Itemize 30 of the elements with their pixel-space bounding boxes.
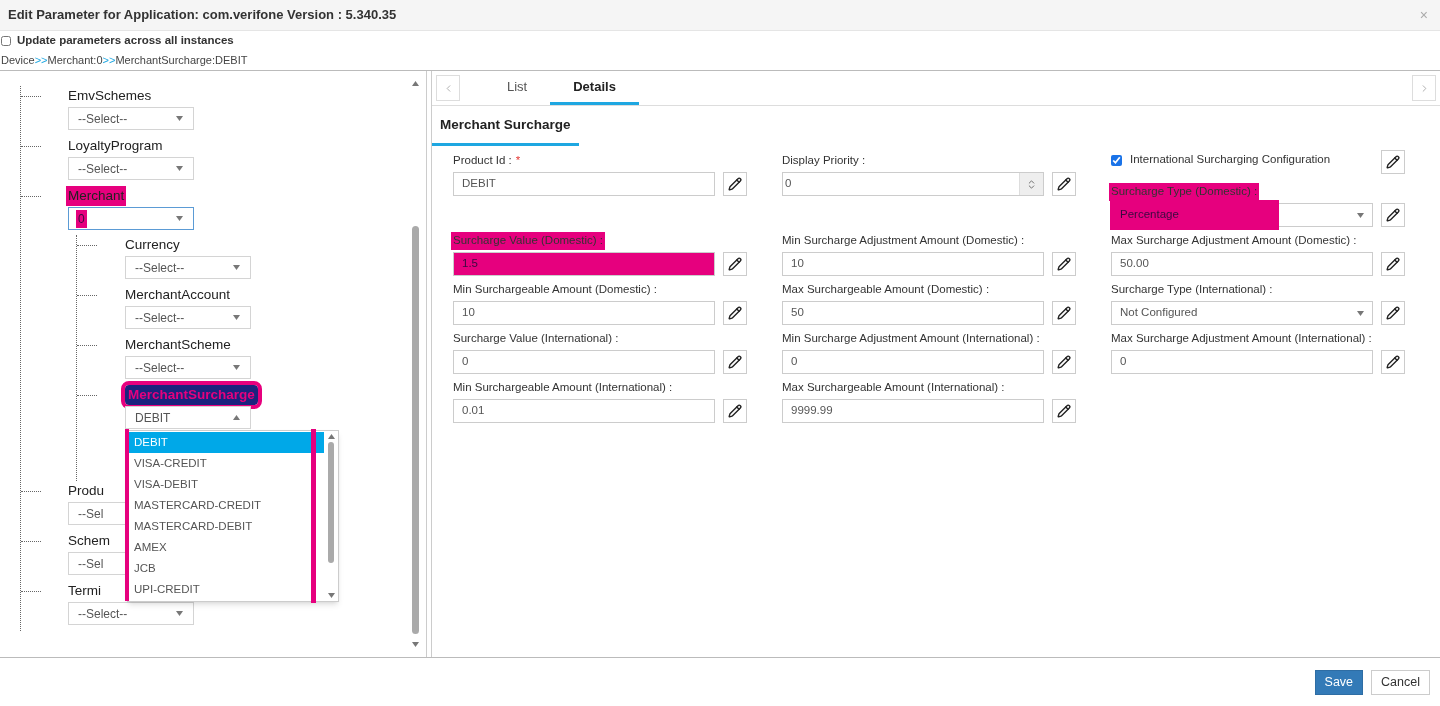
section-title: Merchant Surcharge (432, 114, 579, 146)
field-label: Min Surcharge Adjustment Amount (Domestic) : (782, 233, 1025, 249)
field-label: Max Surchargeable Amount (International) : (782, 380, 1005, 396)
select-value: --Select-- (78, 605, 128, 623)
field-label: Surcharge Type (International) : (1111, 282, 1273, 298)
breadcrumb-separator: >> (34, 52, 48, 68)
checkbox-label: International Surcharging Configuration (1130, 152, 1331, 168)
dialog-title: Edit Parameter for Application: com.verifone Version : 5.340.35 (8, 6, 397, 25)
field-label: Min Surchargeable Amount (International) : (453, 380, 673, 396)
field-label: Max Surcharge Adjustment Amount (International) : (1111, 331, 1372, 347)
select-value: --Select-- (135, 309, 185, 327)
field-label: Max Surchargeable Amount (Domestic) : (782, 282, 990, 298)
field-label: Max Surcharge Adjustment Amount (Domestic) : (1111, 233, 1357, 249)
field-label: Surcharge Type (Domestic) : (1109, 183, 1260, 201)
field-label: Display Priority : (782, 153, 866, 169)
select-value: --Select-- (78, 110, 128, 128)
select-value: DEBIT (135, 409, 171, 427)
select-value: --Select-- (78, 160, 128, 178)
checkbox-label: Update parameters across all instances (17, 33, 234, 49)
select-value: --Sel (78, 555, 104, 573)
field-label: Product Id : * (453, 153, 521, 169)
field-label: Surcharge Value (Domestic) : (451, 232, 605, 250)
select-value: --Sel (78, 505, 104, 523)
field-label: Surcharge Value (International) : (453, 331, 619, 347)
breadcrumb-separator: >> (102, 52, 116, 68)
field-label: Min Surchargeable Amount (Domestic) : (453, 282, 657, 298)
select-value: 0 (76, 209, 87, 228)
select-value: --Select-- (135, 359, 185, 377)
select-value: --Select-- (135, 259, 185, 277)
field-label: Min Surcharge Adjustment Amount (International) : (782, 331, 1040, 347)
